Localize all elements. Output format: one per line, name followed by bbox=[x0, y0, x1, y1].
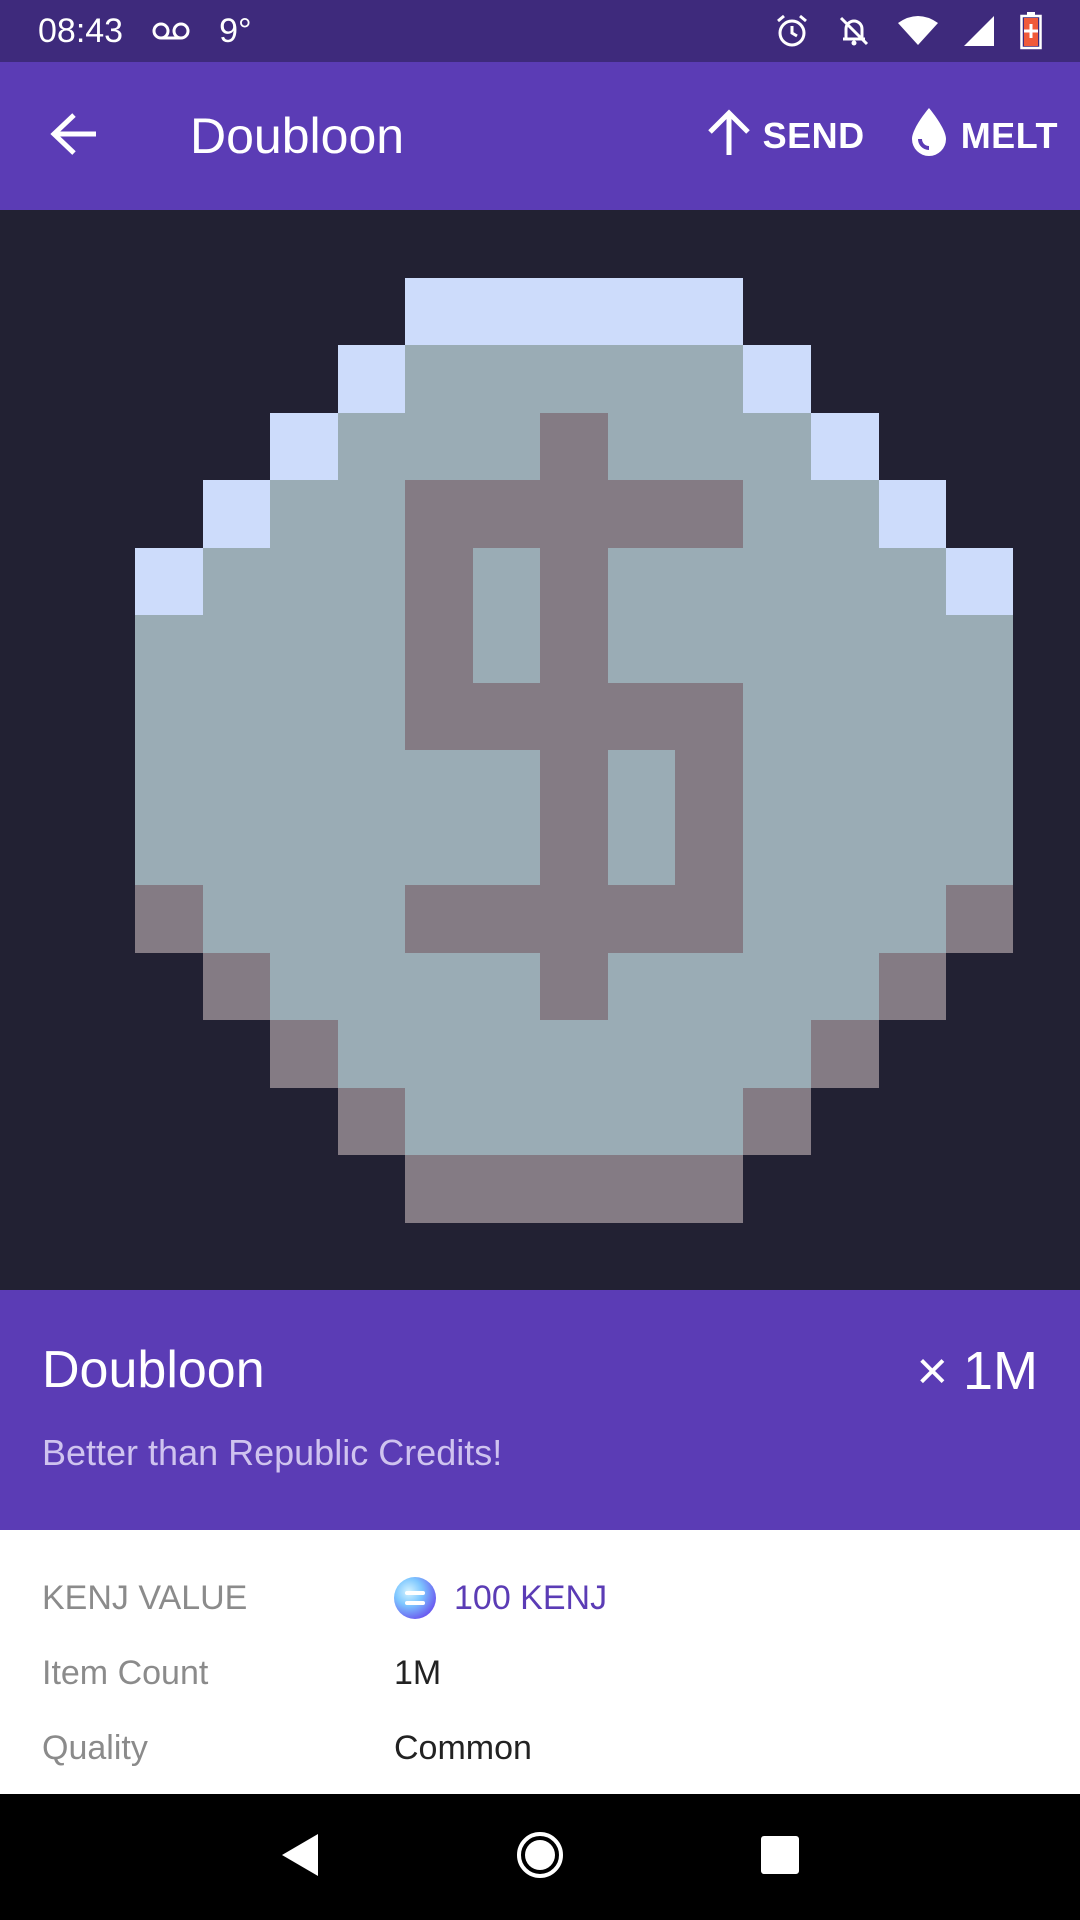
kenj-coin-icon bbox=[394, 1577, 436, 1619]
signal-icon bbox=[964, 16, 994, 46]
wifi-icon bbox=[898, 15, 938, 47]
melt-label: MELT bbox=[960, 115, 1058, 156]
send-button[interactable]: SEND bbox=[685, 62, 887, 210]
nav-home-button[interactable] bbox=[500, 1817, 580, 1897]
item-description: Better than Republic Credits! bbox=[42, 1432, 503, 1473]
page-title: Doubloon bbox=[190, 108, 405, 164]
detail-value: Common bbox=[394, 1728, 532, 1767]
send-label: SEND bbox=[762, 115, 865, 156]
item-quantity: × 1M bbox=[916, 1341, 1038, 1401]
app-bar: Doubloon SEND MELT bbox=[0, 62, 1080, 210]
home-circle-icon bbox=[515, 1830, 565, 1885]
status-time: 08:43 bbox=[38, 11, 124, 50]
nav-back-button[interactable] bbox=[260, 1817, 340, 1897]
back-button[interactable] bbox=[0, 62, 148, 210]
detail-label: Quality bbox=[42, 1728, 148, 1767]
detail-row-item-count: Item Count 1M bbox=[0, 1643, 1080, 1703]
detail-row-quality: Quality Common bbox=[0, 1718, 1080, 1778]
status-temperature: 9° bbox=[219, 11, 252, 50]
item-details: KENJ VALUE 100 KENJ Item Count 1M Qualit… bbox=[0, 1530, 1080, 1794]
detail-row-kenj-value: KENJ VALUE 100 KENJ bbox=[0, 1568, 1080, 1628]
detail-label: KENJ VALUE bbox=[42, 1578, 248, 1617]
recents-square-icon bbox=[759, 1834, 801, 1881]
nav-recents-button[interactable] bbox=[740, 1817, 820, 1897]
item-name: Doubloon bbox=[42, 1341, 265, 1399]
arrow-up-icon bbox=[707, 108, 751, 164]
status-bar: 08:43 9° bbox=[0, 0, 1080, 62]
alarm-icon bbox=[774, 13, 810, 49]
pixel-coin-dollar-icon bbox=[135, 278, 1013, 1223]
system-nav-bar bbox=[0, 1794, 1080, 1920]
arrow-left-icon bbox=[50, 112, 98, 161]
voicemail-icon bbox=[151, 12, 191, 51]
kenj-value-text: 100 KENJ bbox=[454, 1578, 608, 1617]
detail-label: Item Count bbox=[42, 1653, 209, 1692]
item-image bbox=[0, 210, 1080, 1290]
item-header: Doubloon × 1M Better than Republic Credi… bbox=[0, 1290, 1080, 1530]
detail-value: 1M bbox=[394, 1653, 442, 1692]
melt-button[interactable]: MELT bbox=[887, 62, 1080, 210]
battery-low-icon bbox=[1020, 12, 1042, 50]
back-triangle-icon bbox=[280, 1832, 320, 1883]
detail-value: 100 KENJ bbox=[394, 1577, 607, 1619]
drop-icon bbox=[909, 106, 949, 167]
notifications-off-icon bbox=[836, 13, 872, 49]
